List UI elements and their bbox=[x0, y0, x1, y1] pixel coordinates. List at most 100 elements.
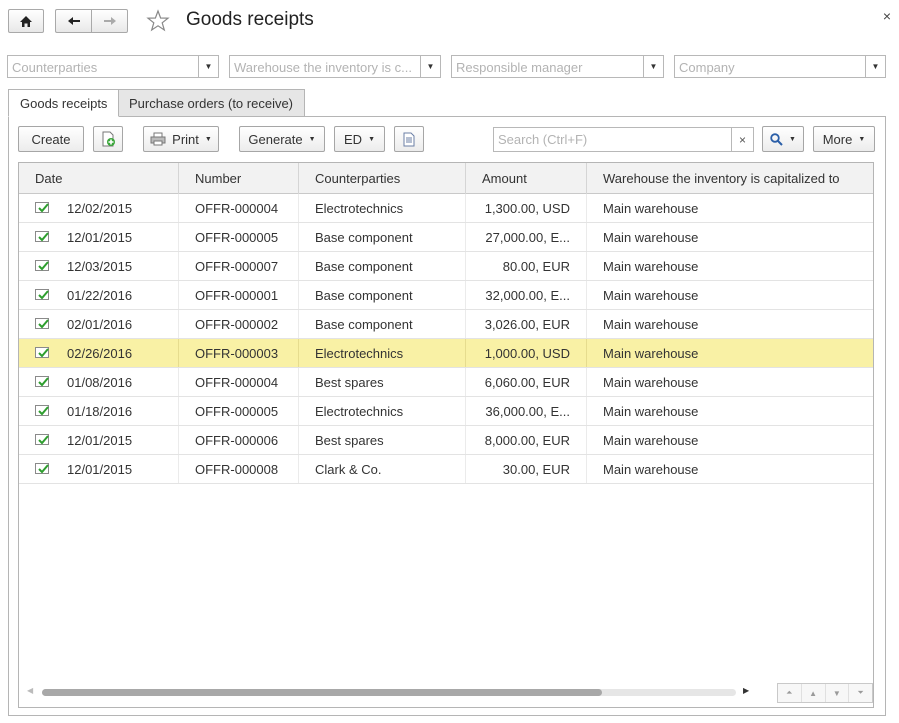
copy-document-button[interactable] bbox=[93, 126, 123, 152]
create-button[interactable]: Create bbox=[18, 126, 84, 152]
cell-warehouse: Main warehouse bbox=[603, 317, 699, 332]
cell-counterparty: Best spares bbox=[299, 368, 466, 396]
scroll-up-icon[interactable]: ▲ bbox=[802, 684, 826, 702]
print-button[interactable]: Print ▼ bbox=[143, 126, 219, 152]
favorite-button[interactable] bbox=[146, 9, 170, 33]
cell-date: 01/22/2016 bbox=[19, 281, 179, 309]
forward-arrow-icon bbox=[103, 17, 116, 25]
more-button[interactable]: More ▼ bbox=[813, 126, 875, 152]
cell-number: OFFR-000002 bbox=[179, 310, 299, 338]
cell-number: OFFR-000004 bbox=[179, 194, 299, 222]
document-list-icon bbox=[403, 132, 415, 146]
ed-label: ED bbox=[344, 131, 363, 147]
search-input[interactable]: Search (Ctrl+F) × bbox=[493, 127, 754, 152]
scroll-right-icon[interactable]: ▶ bbox=[743, 686, 749, 695]
dropdown-arrow-icon[interactable]: ▼ bbox=[198, 56, 218, 77]
cell-date: 12/02/2015 bbox=[19, 194, 179, 222]
table-row[interactable]: 12/01/2015 OFFR-000008 Clark & Co. 30.00, E… bbox=[19, 455, 873, 484]
table-row[interactable]: 12/02/2015 OFFR-000004 Electrotechnics 1,30… bbox=[19, 194, 873, 223]
cell-number: OFFR-000005 bbox=[179, 223, 299, 251]
warehouse-filter[interactable]: Warehouse the inventory is c... ▼ bbox=[229, 55, 441, 78]
cell-amount: 6,060.00, EUR bbox=[466, 368, 587, 396]
cell-amount: 80.00, EUR bbox=[466, 252, 587, 280]
cell-date: 12/03/2015 bbox=[19, 252, 179, 280]
horizontal-scrollbar-thumb[interactable] bbox=[42, 689, 602, 696]
home-icon bbox=[20, 15, 32, 27]
cell-counterparty: Base component bbox=[299, 223, 466, 251]
cell-warehouse: Main warehouse bbox=[603, 230, 699, 245]
table-row[interactable]: 12/03/2015 OFFR-000007 Base component 80.00… bbox=[19, 252, 873, 281]
clear-search-icon[interactable]: × bbox=[731, 128, 753, 151]
table-row[interactable]: 01/08/2016 OFFR-000004 Best spares 6,060.00… bbox=[19, 368, 873, 397]
cell-warehouse: Main warehouse bbox=[603, 259, 699, 274]
close-icon[interactable]: × bbox=[883, 8, 891, 24]
tab-goods-receipts[interactable]: Goods receipts bbox=[8, 89, 120, 117]
cell-warehouse: Main warehouse bbox=[603, 375, 699, 390]
scroll-left-icon[interactable]: ◀ bbox=[27, 686, 33, 695]
table-row[interactable]: 02/26/2016 OFFR-000003 Electrotechnics 1,00… bbox=[19, 339, 873, 368]
document-list-button[interactable] bbox=[394, 126, 424, 152]
search-button[interactable]: ▼ bbox=[762, 126, 804, 152]
company-filter-placeholder: Company bbox=[679, 60, 735, 75]
cell-date: 02/26/2016 bbox=[19, 339, 179, 367]
cell-amount: 27,000.00, E... bbox=[466, 223, 587, 251]
column-header-date[interactable]: Date bbox=[19, 163, 179, 194]
scroll-first-icon[interactable]: ⏶ bbox=[778, 684, 802, 702]
cell-amount: 1,300.00, USD bbox=[466, 194, 587, 222]
dropdown-arrow-icon[interactable]: ▼ bbox=[865, 56, 885, 77]
cell-amount: 32,000.00, E... bbox=[466, 281, 587, 309]
cell-counterparty: Electrotechnics bbox=[299, 339, 466, 367]
cell-amount: 1,000.00, USD bbox=[466, 339, 587, 367]
cell-warehouse: Main warehouse bbox=[603, 462, 699, 477]
table-row[interactable]: 12/01/2015 OFFR-000006 Best spares 8,000.00… bbox=[19, 426, 873, 455]
tab-purchase-orders[interactable]: Purchase orders (to receive) bbox=[118, 89, 306, 117]
column-header-amount[interactable]: Amount bbox=[466, 163, 587, 194]
cell-date: 12/01/2015 bbox=[19, 426, 179, 454]
search-icon bbox=[770, 132, 783, 146]
scroll-last-icon[interactable]: ⏷ bbox=[849, 684, 872, 702]
column-header-counterparties[interactable]: Counterparties bbox=[299, 163, 466, 194]
back-button[interactable] bbox=[55, 9, 92, 33]
cell-number: OFFR-000004 bbox=[179, 368, 299, 396]
home-button[interactable] bbox=[8, 9, 44, 33]
cell-counterparty: Electrotechnics bbox=[299, 397, 466, 425]
cell-number: OFFR-000006 bbox=[179, 426, 299, 454]
table-row[interactable]: 02/01/2016 OFFR-000002 Base component 3,026… bbox=[19, 310, 873, 339]
goods-receipts-table[interactable]: Date Number Counterparties Amount Wareho… bbox=[18, 162, 874, 708]
counterparties-filter[interactable]: Counterparties ▼ bbox=[7, 55, 219, 78]
ed-button[interactable]: ED ▼ bbox=[334, 126, 385, 152]
cell-counterparty: Base component bbox=[299, 252, 466, 280]
printer-icon bbox=[150, 132, 166, 146]
cell-date: 12/01/2015 bbox=[19, 223, 179, 251]
cell-amount: 36,000.00, E... bbox=[466, 397, 587, 425]
scroll-down-icon[interactable]: ▼ bbox=[826, 684, 850, 702]
cell-date: 01/18/2016 bbox=[19, 397, 179, 425]
company-filter[interactable]: Company ▼ bbox=[674, 55, 886, 78]
cell-number: OFFR-000008 bbox=[179, 455, 299, 483]
table-header: Date Number Counterparties Amount Wareho… bbox=[19, 163, 873, 194]
column-header-number[interactable]: Number bbox=[179, 163, 299, 194]
forward-button[interactable] bbox=[91, 9, 128, 33]
back-arrow-icon bbox=[68, 17, 80, 25]
dropdown-arrow-icon[interactable]: ▼ bbox=[643, 56, 663, 77]
cell-number: OFFR-000007 bbox=[179, 252, 299, 280]
counterparties-filter-placeholder: Counterparties bbox=[12, 60, 98, 75]
dropdown-arrow-icon[interactable]: ▼ bbox=[420, 56, 440, 77]
table-row[interactable]: 01/18/2016 OFFR-000005 Electrotechnics 36,0… bbox=[19, 397, 873, 426]
cell-date: 02/01/2016 bbox=[19, 310, 179, 338]
cell-amount: 3,026.00, EUR bbox=[466, 310, 587, 338]
cell-warehouse: Main warehouse bbox=[603, 346, 699, 361]
cell-counterparty: Base component bbox=[299, 310, 466, 338]
print-label: Print bbox=[172, 131, 199, 147]
responsible-manager-filter[interactable]: Responsible manager ▼ bbox=[451, 55, 664, 78]
column-header-warehouse[interactable]: Warehouse the inventory is capitalized t… bbox=[587, 163, 873, 194]
cell-counterparty: Best spares bbox=[299, 426, 466, 454]
cell-warehouse: Main warehouse bbox=[603, 404, 699, 419]
star-icon bbox=[146, 9, 170, 32]
more-label: More bbox=[822, 131, 853, 147]
cell-amount: 30.00, EUR bbox=[466, 455, 587, 483]
cell-number: OFFR-000003 bbox=[179, 339, 299, 367]
table-row[interactable]: 12/01/2015 OFFR-000005 Base component 27,00… bbox=[19, 223, 873, 252]
generate-button[interactable]: Generate ▼ bbox=[239, 126, 325, 152]
table-row[interactable]: 01/22/2016 OFFR-000001 Base component 32,00… bbox=[19, 281, 873, 310]
